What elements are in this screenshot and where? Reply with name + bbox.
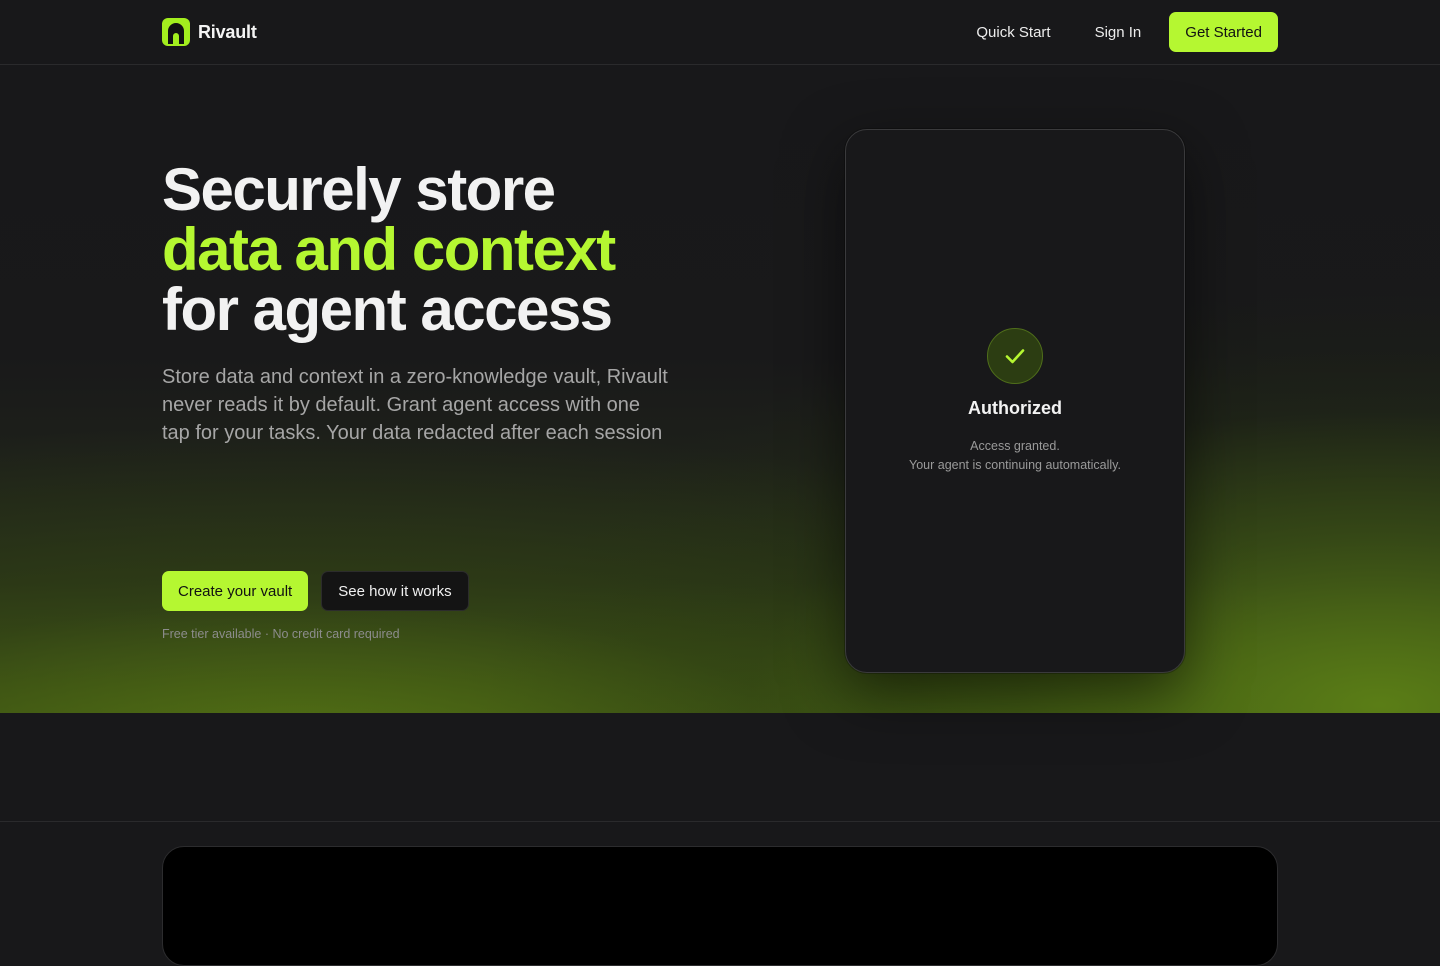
headline-line-2-accent: data and context	[162, 216, 616, 283]
phone-mockup: Authorized Access granted. Your agent is…	[845, 129, 1185, 673]
section-divider	[0, 821, 1440, 822]
get-started-button[interactable]: Get Started	[1169, 12, 1278, 52]
nav-links: Quick Start Sign In Get Started	[954, 12, 1278, 52]
brand[interactable]: Rivault	[162, 18, 257, 46]
headline-line-3: for agent access	[162, 276, 613, 343]
see-how-it-works-button[interactable]: See how it works	[321, 571, 469, 611]
hero-section: Securely store data and context for agen…	[0, 65, 1440, 713]
rivault-logo-icon	[162, 18, 190, 46]
access-granted-text: Access granted.	[970, 439, 1060, 453]
brand-name: Rivault	[198, 21, 257, 42]
demo-panel	[162, 846, 1278, 966]
check-icon	[987, 328, 1043, 384]
create-vault-button[interactable]: Create your vault	[162, 571, 309, 611]
nav-link-quick-start[interactable]: Quick Start	[954, 14, 1072, 51]
authorized-title: Authorized	[968, 398, 1062, 418]
hero-subtitle: Store data and context in a zero-knowled…	[162, 366, 668, 444]
navbar-inner: Rivault Quick Start Sign In Get Started	[162, 0, 1278, 64]
agent-continuing-text: Your agent is continuing automatically.	[909, 458, 1121, 472]
hero-fineprint: Free tier available · No credit card req…	[162, 627, 400, 641]
hero-cta-row: Create your vault See how it works	[162, 571, 469, 611]
hero-headline: Securely store data and context for agen…	[162, 160, 782, 340]
top-navbar: Rivault Quick Start Sign In Get Started	[0, 0, 1440, 65]
nav-link-sign-in[interactable]: Sign In	[1073, 14, 1164, 51]
headline-line-1: Securely store	[162, 156, 556, 223]
